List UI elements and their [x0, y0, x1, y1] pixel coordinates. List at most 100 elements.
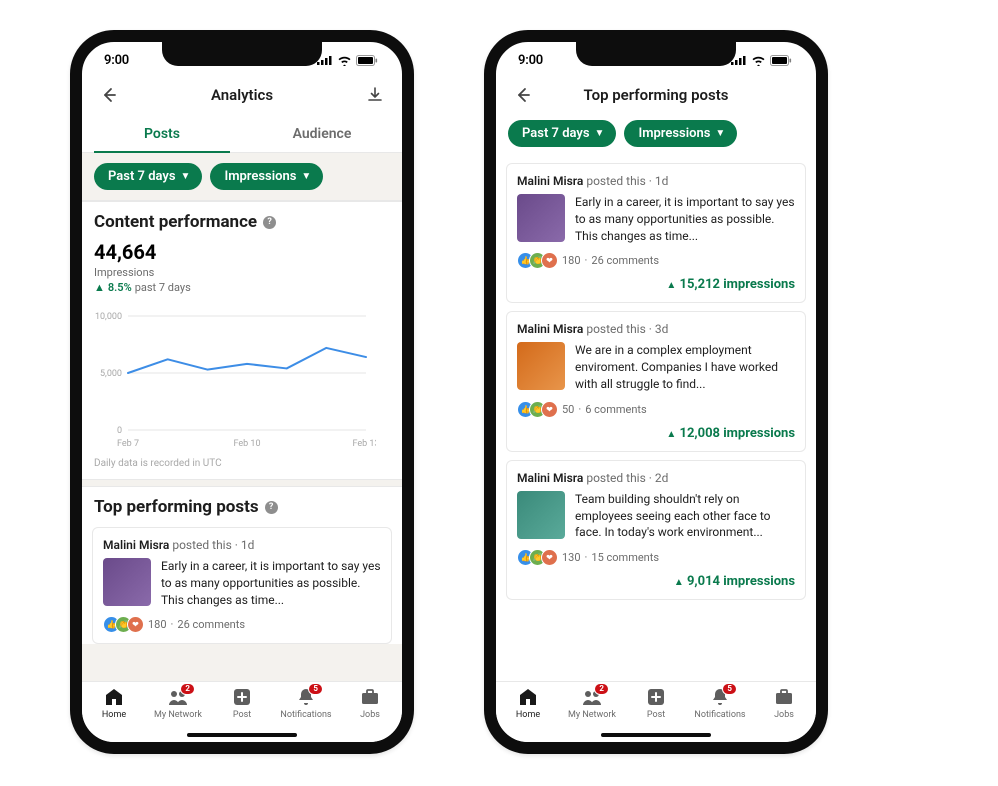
plus-box-icon — [645, 686, 667, 708]
arrow-up-icon: ▲ — [666, 429, 676, 440]
nav-network-label: My Network — [154, 710, 202, 720]
nav-notifications[interactable]: 5 Notifications — [688, 686, 752, 720]
scroll-content[interactable]: Content performance ? 44,664 Impressions… — [82, 201, 402, 681]
phone-frame-right: 9:00 Top performing posts Past 7 days ▼ — [484, 30, 828, 754]
impressions-row: ▲ 15,212 impressions — [517, 277, 795, 292]
home-icon — [103, 686, 125, 708]
post-author: Malini Misra — [103, 538, 169, 552]
nav-post[interactable]: Post — [624, 686, 688, 720]
phone-frame-left: 9:00 Analytics Posts Au — [70, 30, 414, 754]
home-indicator — [601, 733, 711, 737]
date-range-label: Past 7 days — [522, 126, 590, 141]
nav-notifications-label: Notifications — [280, 710, 331, 720]
wifi-icon — [751, 55, 766, 66]
tabs: Posts Audience — [82, 116, 402, 153]
status-bar: 9:00 — [82, 42, 402, 78]
top-posts-title: Top performing posts ? — [94, 497, 390, 517]
scroll-content[interactable]: Malini Misra posted this · 1d Early in a… — [496, 157, 816, 681]
battery-icon — [770, 55, 792, 66]
caret-down-icon: ▼ — [595, 128, 605, 139]
help-icon[interactable]: ? — [263, 216, 276, 229]
svg-text:5,000: 5,000 — [100, 369, 122, 379]
nav-network-label: My Network — [568, 710, 616, 720]
comment-count: 26 comments — [177, 618, 245, 631]
nav-notifications-label: Notifications — [694, 710, 745, 720]
metric-label: Impressions — [638, 126, 710, 141]
notifications-badge: 5 — [722, 683, 737, 695]
post-action: posted this — [586, 322, 645, 336]
nav-post[interactable]: Post — [210, 686, 274, 720]
post-age: 2d — [655, 471, 669, 485]
date-range-filter[interactable]: Past 7 days ▼ — [94, 163, 202, 190]
status-bar: 9:00 — [496, 42, 816, 78]
tab-posts[interactable]: Posts — [82, 116, 242, 152]
page-title: Analytics — [211, 86, 273, 104]
filter-row: Past 7 days ▼ Impressions ▼ — [496, 116, 816, 157]
post-text: We are in a complex employment enviromen… — [575, 342, 795, 392]
post-thumbnail — [517, 194, 565, 242]
nav-jobs[interactable]: Jobs — [752, 686, 816, 720]
delta-row: ▲ 8.5% past 7 days — [94, 281, 390, 294]
metric-filter[interactable]: Impressions ▼ — [210, 163, 323, 190]
date-range-label: Past 7 days — [108, 169, 176, 184]
download-button[interactable] — [362, 82, 388, 108]
impressions-chart: 05,00010,000Feb 7Feb 10Feb 13 — [82, 304, 402, 458]
love-icon: ❤ — [541, 549, 558, 566]
svg-text:10,000: 10,000 — [95, 312, 122, 322]
post-action: posted this — [172, 538, 231, 552]
top-posts-section: Top performing posts ? Malini Misra post… — [82, 486, 402, 644]
help-icon[interactable]: ? — [265, 501, 278, 514]
post-card[interactable]: Malini Misra posted this · 2d Team build… — [506, 460, 806, 600]
post-card[interactable]: Malini Misra posted this · 1d Early in a… — [92, 527, 392, 644]
status-icons — [317, 55, 378, 66]
battery-icon — [356, 55, 378, 66]
comment-count: 26 comments — [591, 254, 659, 267]
app-header: Top performing posts — [496, 78, 816, 116]
nav-notifications[interactable]: 5 Notifications — [274, 686, 338, 720]
back-button[interactable] — [96, 82, 122, 108]
impressions-row: ▲ 9,014 impressions — [517, 574, 795, 589]
nav-home[interactable]: Home — [82, 686, 146, 720]
post-action: posted this — [586, 174, 645, 188]
filter-row: Past 7 days ▼ Impressions ▼ — [82, 153, 402, 201]
reaction-count: 50 — [562, 403, 574, 416]
nav-network[interactable]: 2 My Network — [560, 686, 624, 720]
svg-text:0: 0 — [117, 426, 122, 436]
svg-text:Feb 10: Feb 10 — [233, 439, 260, 449]
love-icon: ❤ — [127, 616, 144, 633]
section-title-text: Content performance — [94, 212, 257, 232]
home-indicator — [187, 733, 297, 737]
impressions-value: 9,014 impressions — [687, 574, 795, 589]
status-icons — [731, 55, 792, 66]
engagement-row: 👍 👏 ❤ 180 · 26 comments — [103, 616, 381, 633]
reaction-icons: 👍 👏 ❤ — [517, 252, 558, 269]
app-header: Analytics — [82, 78, 402, 116]
date-range-filter[interactable]: Past 7 days ▼ — [508, 120, 616, 147]
nav-network[interactable]: 2 My Network — [146, 686, 210, 720]
metric-filter[interactable]: Impressions ▼ — [624, 120, 737, 147]
nav-home-label: Home — [516, 710, 540, 720]
content-performance-title: Content performance ? — [94, 212, 390, 232]
impressions-value: 44,664 — [94, 240, 390, 264]
svg-text:Feb 7: Feb 7 — [117, 439, 139, 449]
nav-jobs[interactable]: Jobs — [338, 686, 402, 720]
post-text: Team building shouldn't rely on employee… — [575, 491, 795, 541]
network-badge: 2 — [594, 683, 609, 695]
back-button[interactable] — [510, 82, 536, 108]
reaction-count: 180 — [148, 618, 167, 631]
briefcase-icon — [773, 686, 795, 708]
download-icon — [366, 86, 384, 104]
reaction-count: 180 — [562, 254, 581, 267]
notifications-badge: 5 — [308, 683, 323, 695]
content-performance-card: Content performance ? 44,664 Impressions… — [82, 201, 402, 480]
reaction-icons: 👍 👏 ❤ — [517, 401, 558, 418]
tab-audience[interactable]: Audience — [242, 116, 402, 152]
post-byline: Malini Misra posted this · 1d — [517, 174, 795, 188]
post-card[interactable]: Malini Misra posted this · 1d Early in a… — [506, 163, 806, 303]
nav-home-label: Home — [102, 710, 126, 720]
post-byline: Malini Misra posted this · 2d — [517, 471, 795, 485]
love-icon: ❤ — [541, 401, 558, 418]
nav-home[interactable]: Home — [496, 686, 560, 720]
post-thumbnail — [517, 491, 565, 539]
post-card[interactable]: Malini Misra posted this · 3d We are in … — [506, 311, 806, 451]
